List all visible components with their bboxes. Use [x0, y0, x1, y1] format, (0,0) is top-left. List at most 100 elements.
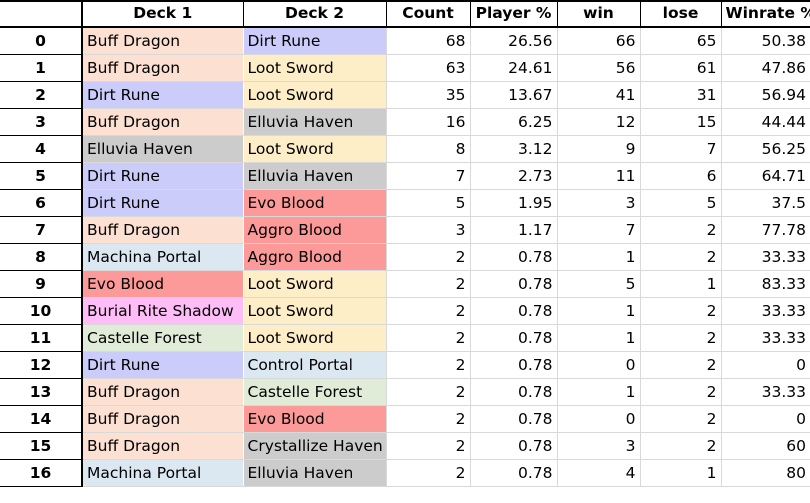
lose-cell[interactable]: 1 — [640, 270, 722, 298]
player-pct-cell[interactable]: 26.56 — [470, 27, 558, 55]
table-row[interactable]: 13 Buff Dragon Castelle Forest 2 0.78 1 2 33.33 — [0, 378, 810, 406]
win-cell[interactable]: 1 — [557, 297, 641, 325]
deck-1-cell[interactable]: Buff Dragon — [82, 27, 244, 55]
column-header-lose[interactable]: lose — [640, 0, 722, 28]
lose-cell[interactable]: 2 — [640, 405, 722, 433]
deck-2-cell[interactable]: Loot Sword — [243, 135, 387, 163]
win-cell[interactable]: 41 — [557, 81, 641, 109]
winrate-pct-cell[interactable]: 56.25 — [721, 135, 810, 163]
count-cell[interactable]: 2 — [386, 324, 471, 352]
count-cell[interactable]: 2 — [386, 351, 471, 379]
column-header-deck-2[interactable]: Deck 2 — [243, 0, 387, 28]
player-pct-cell[interactable]: 0.78 — [470, 297, 558, 325]
win-cell[interactable]: 3 — [557, 432, 641, 460]
table-row[interactable]: 15 Buff Dragon Crystallize Haven 2 0.78 3 2 60 — [0, 432, 810, 460]
lose-cell[interactable]: 2 — [640, 297, 722, 325]
table-row[interactable]: 14 Buff Dragon Evo Blood 2 0.78 0 2 0 — [0, 405, 810, 433]
count-cell[interactable]: 35 — [386, 81, 471, 109]
column-header-index[interactable] — [0, 0, 83, 28]
deck-1-cell[interactable]: Castelle Forest — [82, 324, 244, 352]
deck-1-cell[interactable]: Dirt Rune — [82, 81, 244, 109]
count-cell[interactable]: 2 — [386, 432, 471, 460]
lose-cell[interactable]: 5 — [640, 189, 722, 217]
deck-2-cell[interactable]: Aggro Blood — [243, 243, 387, 271]
lose-cell[interactable]: 6 — [640, 162, 722, 190]
deck-2-cell[interactable]: Evo Blood — [243, 405, 387, 433]
table-row[interactable]: 0 Buff Dragon Dirt Rune 68 26.56 66 65 50.38 — [0, 27, 810, 55]
table-row[interactable]: 11 Castelle Forest Loot Sword 2 0.78 1 2 33.33 — [0, 324, 810, 352]
winrate-pct-cell[interactable]: 60 — [721, 432, 810, 460]
win-cell[interactable]: 7 — [557, 216, 641, 244]
column-header-count[interactable]: Count — [386, 0, 471, 28]
column-header-winrate-pct[interactable]: Winrate % — [721, 0, 810, 28]
count-cell[interactable]: 8 — [386, 135, 471, 163]
deck-1-cell[interactable]: Buff Dragon — [82, 405, 244, 433]
deck-1-cell[interactable]: Elluvia Haven — [82, 135, 244, 163]
row-index-cell[interactable]: 2 — [0, 81, 83, 109]
row-index-cell[interactable]: 8 — [0, 243, 83, 271]
player-pct-cell[interactable]: 24.61 — [470, 54, 558, 82]
deck-1-cell[interactable]: Evo Blood — [82, 270, 244, 298]
win-cell[interactable]: 12 — [557, 108, 641, 136]
lose-cell[interactable]: 2 — [640, 432, 722, 460]
table-row[interactable]: 3 Buff Dragon Elluvia Haven 16 6.25 12 15 44.44 — [0, 108, 810, 136]
count-cell[interactable]: 3 — [386, 216, 471, 244]
player-pct-cell[interactable]: 0.78 — [470, 270, 558, 298]
player-pct-cell[interactable]: 0.78 — [470, 432, 558, 460]
lose-cell[interactable]: 31 — [640, 81, 722, 109]
row-index-cell[interactable]: 9 — [0, 270, 83, 298]
winrate-pct-cell[interactable]: 47.86 — [721, 54, 810, 82]
count-cell[interactable]: 7 — [386, 162, 471, 190]
lose-cell[interactable]: 15 — [640, 108, 722, 136]
winrate-pct-cell[interactable]: 83.33 — [721, 270, 810, 298]
winrate-pct-cell[interactable]: 0 — [721, 405, 810, 433]
deck-1-cell[interactable]: Machina Portal — [82, 243, 244, 271]
row-index-cell[interactable]: 7 — [0, 216, 83, 244]
row-index-cell[interactable]: 15 — [0, 432, 83, 460]
lose-cell[interactable]: 61 — [640, 54, 722, 82]
win-cell[interactable]: 1 — [557, 324, 641, 352]
row-index-cell[interactable]: 16 — [0, 459, 83, 487]
lose-cell[interactable]: 2 — [640, 378, 722, 406]
lose-cell[interactable]: 65 — [640, 27, 722, 55]
count-cell[interactable]: 2 — [386, 270, 471, 298]
row-index-cell[interactable]: 13 — [0, 378, 83, 406]
lose-cell[interactable]: 7 — [640, 135, 722, 163]
row-index-cell[interactable]: 5 — [0, 162, 83, 190]
deck-1-cell[interactable]: Buff Dragon — [82, 378, 244, 406]
win-cell[interactable]: 4 — [557, 459, 641, 487]
lose-cell[interactable]: 2 — [640, 324, 722, 352]
deck-2-cell[interactable]: Elluvia Haven — [243, 108, 387, 136]
win-cell[interactable]: 3 — [557, 189, 641, 217]
row-index-cell[interactable]: 0 — [0, 27, 83, 55]
table-row[interactable]: 16 Machina Portal Elluvia Haven 2 0.78 4 1 80 — [0, 459, 810, 487]
count-cell[interactable]: 2 — [386, 378, 471, 406]
winrate-pct-cell[interactable]: 33.33 — [721, 324, 810, 352]
row-index-cell[interactable]: 10 — [0, 297, 83, 325]
deck-2-cell[interactable]: Dirt Rune — [243, 27, 387, 55]
winrate-pct-cell[interactable]: 33.33 — [721, 243, 810, 271]
count-cell[interactable]: 5 — [386, 189, 471, 217]
table-row[interactable]: 6 Dirt Rune Evo Blood 5 1.95 3 5 37.5 — [0, 189, 810, 217]
table-row[interactable]: 4 Elluvia Haven Loot Sword 8 3.12 9 7 56.25 — [0, 135, 810, 163]
deck-1-cell[interactable]: Dirt Rune — [82, 162, 244, 190]
count-cell[interactable]: 2 — [386, 243, 471, 271]
column-header-player-pct[interactable]: Player % — [470, 0, 558, 28]
winrate-pct-cell[interactable]: 37.5 — [721, 189, 810, 217]
lose-cell[interactable]: 2 — [640, 243, 722, 271]
winrate-pct-cell[interactable]: 64.71 — [721, 162, 810, 190]
count-cell[interactable]: 2 — [386, 297, 471, 325]
deck-2-cell[interactable]: Elluvia Haven — [243, 162, 387, 190]
row-index-cell[interactable]: 4 — [0, 135, 83, 163]
win-cell[interactable]: 11 — [557, 162, 641, 190]
deck-1-cell[interactable]: Buff Dragon — [82, 108, 244, 136]
winrate-pct-cell[interactable]: 0 — [721, 351, 810, 379]
player-pct-cell[interactable]: 0.78 — [470, 405, 558, 433]
lose-cell[interactable]: 1 — [640, 459, 722, 487]
count-cell[interactable]: 63 — [386, 54, 471, 82]
deck-2-cell[interactable]: Castelle Forest — [243, 378, 387, 406]
deck-1-cell[interactable]: Buff Dragon — [82, 216, 244, 244]
deck-2-cell[interactable]: Evo Blood — [243, 189, 387, 217]
winrate-pct-cell[interactable]: 50.38 — [721, 27, 810, 55]
player-pct-cell[interactable]: 13.67 — [470, 81, 558, 109]
